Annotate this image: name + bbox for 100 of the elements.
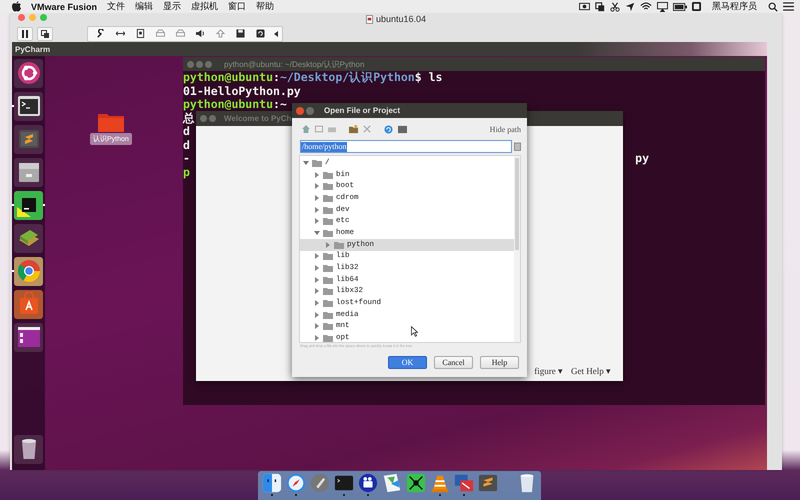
- compass-icon[interactable]: [286, 473, 306, 493]
- snapshot-button[interactable]: [37, 26, 53, 40]
- focus-indicator: [43, 204, 45, 206]
- scrollbar-thumb[interactable]: [515, 158, 519, 250]
- window-icon[interactable]: [454, 473, 474, 493]
- menu-item[interactable]: 帮助: [256, 0, 274, 13]
- collapse-arrow-icon[interactable]: [314, 230, 320, 236]
- expand-arrow-icon[interactable]: [314, 335, 320, 342]
- terminal-line: d: [183, 125, 190, 138]
- expand-arrow-icon[interactable]: [314, 288, 320, 294]
- editor-icon[interactable]: [14, 124, 43, 154]
- new-folder-icon[interactable]: [349, 124, 358, 134]
- expand-arrow-icon[interactable]: [314, 300, 320, 306]
- shopping-bag-icon[interactable]: [14, 290, 43, 318]
- close-button[interactable]: [296, 106, 304, 114]
- search-icon[interactable]: [768, 2, 778, 12]
- terminal-text: py: [635, 152, 649, 166]
- caret-icon[interactable]: [274, 30, 278, 36]
- nodes-icon[interactable]: [406, 473, 426, 493]
- expand-arrow-icon[interactable]: [314, 172, 320, 178]
- menu-link[interactable]: figure ▾: [534, 366, 563, 376]
- workspace-icon[interactable]: [14, 322, 43, 352]
- refresh-icon[interactable]: [254, 28, 266, 40]
- pause-icon: [21, 30, 29, 38]
- desktop-icon[interactable]: [315, 125, 323, 133]
- expand-arrow-icon[interactable]: [314, 206, 320, 213]
- user-name[interactable]: 黑马程序员: [712, 0, 757, 13]
- menu-item[interactable]: 编辑: [135, 0, 154, 13]
- cone-icon[interactable]: [430, 473, 450, 493]
- square-icon[interactable]: [692, 2, 701, 11]
- drive-icon[interactable]: [154, 28, 166, 40]
- terminal-icon[interactable]: [14, 92, 43, 120]
- face-icon[interactable]: [262, 473, 282, 493]
- disk-icon[interactable]: [134, 28, 146, 40]
- menu-item[interactable]: 显示: [163, 0, 182, 13]
- window-title: ubuntu16.04: [376, 14, 426, 24]
- app-menu[interactable]: VMware Fusion: [31, 2, 98, 12]
- expand-arrow-icon[interactable]: [314, 183, 320, 190]
- clapper-icon[interactable]: [358, 473, 378, 493]
- dialog-button[interactable]: Cancel: [434, 356, 473, 369]
- menu-item[interactable]: 窗口: [228, 0, 246, 13]
- circle-logo-icon[interactable]: [14, 58, 43, 88]
- hide-path-link[interactable]: Hide path: [490, 124, 521, 134]
- expand-arrow-icon[interactable]: [325, 242, 331, 248]
- window-title: Welcome to PyCh: [224, 114, 292, 123]
- expand-arrow-icon[interactable]: [314, 323, 320, 330]
- terminal-line: p: [183, 166, 190, 179]
- camera-icon[interactable]: [579, 2, 590, 11]
- browser-icon[interactable]: [14, 256, 43, 286]
- clipboard-icon[interactable]: [514, 142, 521, 151]
- expand-arrow-icon[interactable]: [314, 218, 320, 224]
- close-button[interactable]: [18, 14, 25, 21]
- ide-icon[interactable]: [14, 190, 43, 220]
- terminal-line: 01-HelloPython.py: [183, 84, 301, 98]
- copy-icon[interactable]: [595, 2, 605, 12]
- cursor-icon: [411, 326, 418, 337]
- collapse-arrow-icon[interactable]: [303, 160, 309, 166]
- dialog-button[interactable]: Help: [480, 356, 519, 369]
- scissors-icon[interactable]: [610, 2, 620, 12]
- apple-icon[interactable]: [12, 1, 21, 12]
- list-icon[interactable]: [783, 2, 794, 11]
- path-field[interactable]: /home/python: [300, 140, 512, 153]
- minimize-button[interactable]: [306, 106, 314, 114]
- expand-arrow-icon[interactable]: [314, 312, 320, 318]
- terminal-line: python@ubuntu:~/Desktop/认识Python$ ls: [183, 71, 442, 84]
- ok-button[interactable]: OK: [388, 356, 427, 369]
- delete-icon[interactable]: [363, 125, 371, 133]
- drive-icon[interactable]: [174, 28, 186, 40]
- expand-arrow-icon[interactable]: [314, 265, 320, 272]
- panel-icon[interactable]: [398, 124, 407, 134]
- minimize-button[interactable]: [196, 60, 203, 68]
- expand-arrow-icon[interactable]: [314, 194, 320, 201]
- wifi-icon[interactable]: [640, 2, 652, 11]
- save-icon[interactable]: [234, 28, 246, 40]
- speaker-icon[interactable]: [194, 28, 206, 40]
- expand-arrow-icon[interactable]: [314, 253, 320, 260]
- menu-item[interactable]: 虚拟机: [191, 0, 218, 13]
- home-icon[interactable]: [302, 125, 310, 133]
- cabinet-icon[interactable]: [14, 158, 43, 186]
- folder-icon[interactable]: [98, 112, 124, 132]
- app-title: PyCharm: [15, 44, 50, 54]
- terminal-line: python@ubuntu:~: [183, 98, 287, 112]
- dialog-title: Open File or Project: [324, 106, 400, 115]
- expand-arrow-icon[interactable]: [314, 276, 320, 283]
- menu-item[interactable]: 文件: [107, 0, 126, 13]
- location-arrow-icon[interactable]: [625, 2, 635, 12]
- minimize-button[interactable]: [209, 115, 216, 122]
- document-icon: [366, 14, 373, 24]
- airplay-icon[interactable]: [657, 2, 668, 12]
- close-button[interactable]: [200, 115, 207, 122]
- trash-icon[interactable]: [14, 434, 43, 464]
- pause-button[interactable]: [17, 26, 33, 40]
- books-icon[interactable]: [14, 224, 43, 252]
- maximize-button[interactable]: [205, 60, 212, 68]
- map-icon[interactable]: [382, 473, 402, 493]
- close-button[interactable]: [187, 60, 194, 68]
- battery-icon[interactable]: [673, 2, 687, 10]
- menu-link[interactable]: Get Help ▾: [571, 366, 611, 376]
- editor-icon[interactable]: [478, 473, 498, 493]
- upload-icon[interactable]: [214, 28, 226, 40]
